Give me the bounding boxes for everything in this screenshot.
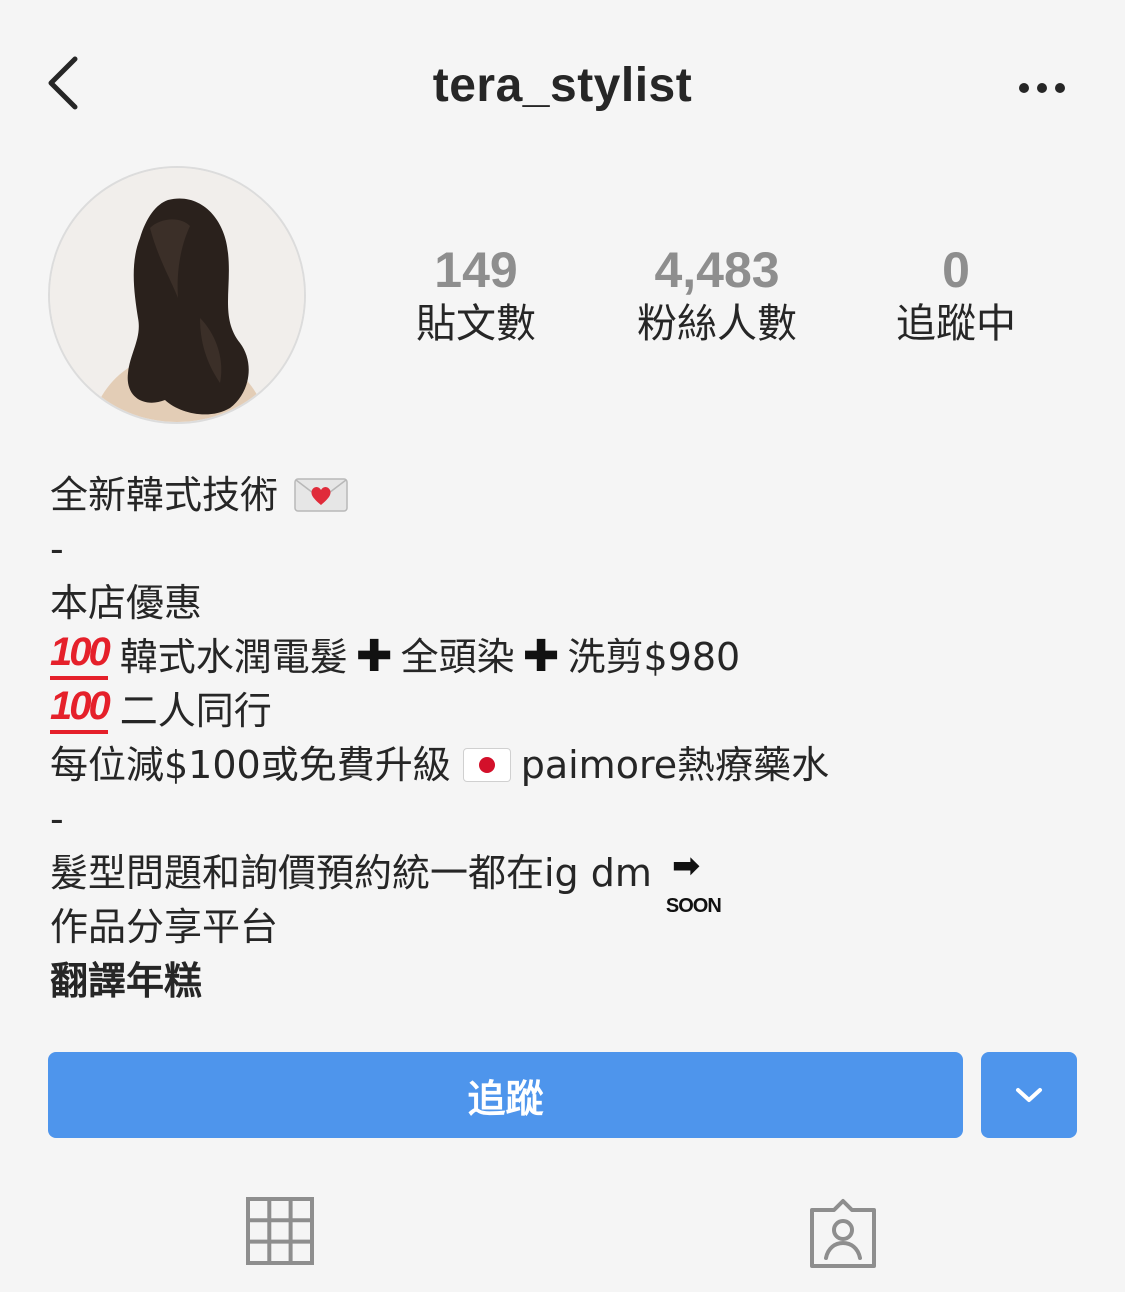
soon-arrow: ➡ — [671, 846, 701, 886]
bio-text: 作品分享平台 — [50, 905, 279, 949]
stat-posts-label: 貼文數 — [416, 301, 536, 347]
translate-link-text: 翻譯年糕 — [50, 959, 203, 1003]
bio-text: paimore熱療藥水 — [520, 743, 830, 787]
stat-followers-count: 4,483 — [654, 242, 780, 298]
soon-text: SOON — [665, 895, 722, 917]
suggested-accounts-button[interactable] — [981, 1052, 1077, 1138]
soon-arrow-icon: ➡ SOON — [666, 846, 724, 917]
bio-text: 全新韓式技術 — [50, 473, 279, 517]
bio-text: 髮型問題和詢價預約統一都在ig dm — [50, 851, 652, 895]
bio-text: 本店優惠 — [50, 581, 203, 625]
stat-followers[interactable]: 4,483 粉絲人數 — [612, 240, 822, 348]
love-letter-icon — [294, 478, 348, 512]
bio-line: 100 二人同行 — [50, 684, 1090, 738]
stat-following-label: 追蹤中 — [896, 301, 1016, 347]
bio-text: - — [50, 527, 64, 571]
follow-button[interactable]: 追蹤 — [48, 1052, 963, 1138]
tagged-person-icon — [810, 1199, 876, 1268]
bio-line: - — [50, 522, 1090, 576]
stat-following[interactable]: 0 追蹤中 — [876, 240, 1036, 348]
japan-flag-icon — [462, 748, 511, 782]
bio-line: 本店優惠 — [50, 576, 1090, 630]
hundred-points-icon: 100 — [50, 686, 111, 734]
bio-text: 全頭染 — [400, 635, 515, 679]
hundred-points-icon: 100 — [50, 632, 111, 680]
more-options-button[interactable] — [1010, 68, 1074, 108]
tab-tagged[interactable] — [803, 1196, 883, 1276]
page-title: tera_stylist — [432, 59, 693, 112]
plus-icon: ✚ — [355, 631, 393, 682]
plus-icon: ✚ — [522, 631, 560, 682]
profile-header: tera_stylist — [0, 0, 1125, 170]
follow-button-label: 追蹤 — [467, 1076, 544, 1121]
stat-posts[interactable]: 149 貼文數 — [396, 240, 556, 348]
bio-line: 全新韓式技術 — [50, 468, 1090, 522]
chevron-down-icon — [1016, 1088, 1042, 1102]
ellipsis-icon — [1019, 83, 1065, 93]
bio-line: 髮型問題和詢價預約統一都在ig dm ➡ SOON — [50, 846, 1090, 917]
avatar[interactable] — [48, 166, 306, 424]
bio-text: - — [50, 797, 64, 841]
tab-posts-grid[interactable] — [240, 1196, 320, 1276]
bio-text: 韓式水潤電髮 — [119, 635, 348, 679]
bio-line: - — [50, 792, 1090, 846]
profile-bio: 全新韓式技術 - 本店優惠 100 韓式水潤電髮 ✚ 全頭染 ✚ 洗剪$980 … — [50, 468, 1090, 1008]
bio-text: 二人同行 — [119, 689, 272, 733]
stat-following-count: 0 — [942, 242, 970, 298]
stat-followers-label: 粉絲人數 — [637, 301, 797, 347]
stat-posts-count: 149 — [434, 242, 518, 298]
avatar-photo — [50, 168, 304, 422]
bio-line: 作品分享平台 — [50, 900, 1090, 954]
bio-line: 每位減$100或免費升級 paimore熱療藥水 — [50, 738, 1090, 792]
bio-text: 洗剪$980 — [567, 635, 741, 679]
grid-icon — [246, 1197, 314, 1265]
translate-link[interactable]: 翻譯年糕 — [50, 954, 1090, 1008]
bio-text: 每位減$100或免費升級 — [50, 743, 451, 787]
bio-line: 100 韓式水潤電髮 ✚ 全頭染 ✚ 洗剪$980 — [50, 630, 1090, 684]
